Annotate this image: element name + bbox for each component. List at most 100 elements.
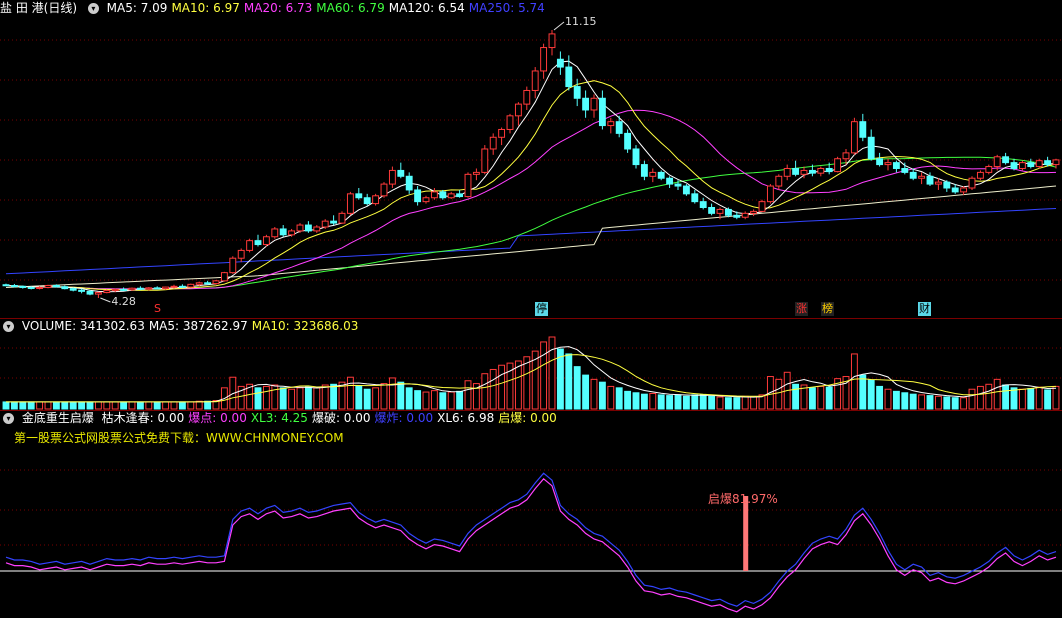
candle-body — [128, 287, 136, 291]
volume-bar — [187, 401, 195, 410]
candle-body — [447, 193, 455, 199]
candle-body — [355, 193, 363, 199]
volume-bar — [943, 396, 951, 410]
volume-bar — [120, 401, 128, 410]
chevron-down-icon[interactable]: ▾ — [87, 3, 99, 14]
candle-body — [750, 210, 758, 214]
candle-body — [204, 282, 212, 285]
volume-bar — [321, 384, 329, 410]
candle-body — [145, 287, 153, 290]
volume-bar — [867, 379, 875, 410]
chevron-down-icon[interactable]: ▾ — [3, 413, 14, 424]
candle-body — [699, 201, 707, 208]
volume-bar — [775, 378, 783, 410]
ranking-marker: 榜 — [821, 302, 834, 316]
volume-bar — [565, 353, 573, 410]
volume-bar — [1010, 387, 1018, 410]
indicator-legend-item-3: 爆破: 0.00 — [311, 411, 371, 425]
volume-bar — [447, 391, 455, 410]
volume-bar — [1052, 385, 1060, 410]
volume-bar — [632, 392, 640, 410]
volume-bar — [456, 390, 464, 410]
candle-body — [901, 167, 909, 173]
promo-text: 第一股票公式网股票公式免费下载：WWW.CHNMONEY.COM — [14, 431, 344, 445]
volume-bar — [850, 353, 858, 410]
indicator-legend-item-0: 枯木逢春: 0.00 — [101, 411, 185, 425]
volume-bar — [498, 364, 506, 410]
volume-bar — [573, 366, 581, 410]
candlestick-chart[interactable]: 11.15 4.28 — [0, 0, 1062, 318]
volume-bar — [649, 392, 657, 410]
indicator-legend-item-2: XL3: 4.25 — [250, 411, 308, 425]
candle-body — [94, 292, 102, 295]
volume-bar — [128, 401, 136, 410]
volume-bar — [548, 336, 556, 410]
candle-body — [657, 171, 665, 179]
volume-bar — [2, 401, 10, 410]
candle-body — [682, 185, 690, 195]
volume-bar — [296, 387, 304, 410]
candle-body — [951, 187, 959, 193]
limit-up-marker: 涨 — [795, 302, 808, 316]
candle-body — [380, 183, 388, 197]
volume-bar — [1002, 384, 1010, 410]
volume-bar — [372, 387, 380, 410]
candle-body — [674, 183, 682, 187]
volume-bar — [44, 401, 52, 410]
volume-panel[interactable]: ▾ VOLUME: 341302.63 MA5: 387262.97 MA10: 3… — [0, 318, 1062, 410]
candle-body — [775, 175, 783, 187]
price-panel-header: 盐 田 港(日线) ▾ MA5: 7.09 MA10: 6.97 MA20: 6.7… — [0, 0, 553, 16]
ma10-line — [5, 80, 1057, 291]
volume-bar — [926, 395, 934, 410]
volume-legend-item-0: VOLUME: 341302.63 — [21, 319, 145, 333]
volume-bar — [313, 387, 321, 410]
volume-bar — [414, 390, 422, 410]
chevron-down-icon[interactable]: ▾ — [3, 321, 14, 332]
volume-bar — [808, 387, 816, 410]
candle-body — [800, 169, 808, 175]
candle-body — [691, 193, 699, 203]
candle-body — [649, 171, 657, 177]
candle-body — [321, 220, 329, 228]
candle-body — [834, 158, 842, 173]
volume-bar — [1027, 388, 1035, 410]
volume-bar — [78, 401, 86, 410]
volume-bar — [934, 395, 942, 410]
candle-body — [304, 224, 312, 232]
ma20-line — [5, 109, 1057, 290]
volume-bar — [968, 388, 976, 410]
candle-body — [262, 236, 270, 246]
candle-body — [464, 173, 472, 198]
candle-body — [842, 152, 850, 160]
candle-body — [422, 197, 430, 203]
candle-body — [708, 206, 716, 214]
candle-body — [489, 136, 497, 150]
candle-body — [19, 285, 27, 288]
candle-body — [909, 171, 917, 179]
volume-bar — [27, 401, 35, 410]
volume-bar — [699, 394, 707, 410]
candle-body — [498, 128, 506, 138]
candle-body — [540, 47, 548, 72]
candle-body — [44, 285, 52, 288]
candle-body — [716, 208, 724, 214]
volume-bar — [489, 368, 497, 410]
volume-bar — [1018, 388, 1026, 410]
candle-body — [985, 166, 993, 173]
candle-body — [1018, 162, 1026, 169]
candle-body — [783, 167, 791, 177]
price-panel[interactable]: 盐 田 港(日线) ▾ MA5: 7.09 MA10: 6.97 MA20: 6.7… — [0, 0, 1062, 318]
volume-bar — [162, 401, 170, 410]
ma-legend-item-0: MA5: 7.09 — [106, 1, 168, 15]
candle-body — [103, 290, 111, 294]
candle-body — [1035, 160, 1043, 168]
candle-body — [741, 212, 749, 218]
candle-body — [607, 121, 615, 127]
volume-bar — [733, 397, 741, 410]
candle-body — [960, 187, 968, 193]
candle-body — [582, 97, 590, 111]
volume-bar — [271, 384, 279, 410]
candle-body — [850, 121, 858, 154]
ma60-line — [5, 156, 1057, 290]
candle-body — [220, 272, 228, 282]
